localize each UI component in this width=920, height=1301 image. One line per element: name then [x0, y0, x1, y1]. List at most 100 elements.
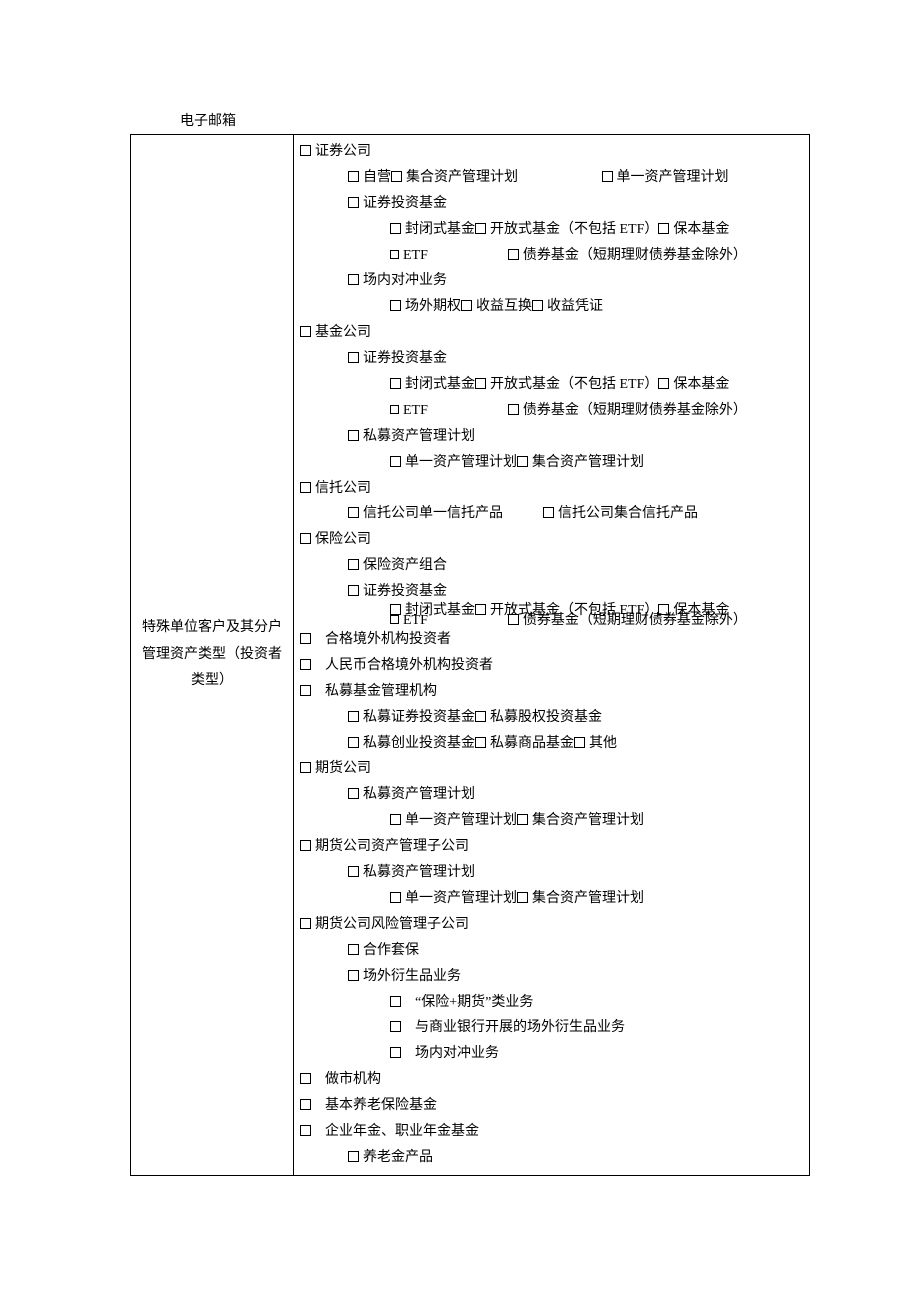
checkbox-icon — [517, 892, 528, 903]
checkbox-icon — [300, 1125, 311, 1136]
checkbox-icon — [348, 171, 359, 182]
opt-rqfii[interactable]: 人民币合格境外机构投资者 — [300, 653, 803, 679]
opt-pe-venture-comm[interactable]: 私募创业投资基金私募商品基金其他 — [348, 731, 803, 757]
opt-onsite-hedge[interactable]: 场内对冲业务 — [348, 268, 803, 294]
checkbox-icon — [508, 249, 519, 260]
opt-qfii[interactable]: 合格境外机构投资者 — [300, 627, 803, 653]
checkbox-icon — [348, 585, 359, 596]
opt-ins-futures[interactable]: “保险+期货”类业务 — [390, 990, 803, 1016]
checkbox-icon — [300, 840, 311, 851]
opt-futures-risk-sub[interactable]: 期货公司风险管理子公司 — [300, 912, 803, 938]
checkbox-icon — [300, 145, 311, 156]
opt-enterprise-annuity[interactable]: 企业年金、职业年金基金 — [300, 1119, 803, 1145]
opt-single-pooled-3[interactable]: 单一资产管理计划集合资产管理计划 — [390, 886, 803, 912]
opt-sec-inv-fund[interactable]: 证券投资基金 — [348, 191, 803, 217]
row-label-line1: 特殊单位客户及其分户 — [137, 615, 287, 642]
opt-market-maker[interactable]: 做市机构 — [300, 1067, 803, 1093]
checkbox-icon — [658, 378, 669, 389]
row-label-line3: 类型） — [137, 668, 287, 695]
checkbox-icon — [348, 944, 359, 955]
opt-priv-plan-2[interactable]: 私募资产管理计划 — [348, 782, 803, 808]
opt-otc-deriv[interactable]: 场外衍生品业务 — [348, 964, 803, 990]
checkbox-icon — [300, 533, 311, 544]
checkbox-icon — [508, 614, 519, 625]
opt-bank-otc[interactable]: 与商业银行开展的场外衍生品业务 — [390, 1015, 803, 1041]
opt-coop-hedge[interactable]: 合作套保 — [348, 938, 803, 964]
checkbox-icon — [461, 300, 472, 311]
opt-trust-products[interactable]: 信托公司单一信托产品信托公司集合信托产品 — [348, 501, 803, 527]
opt-futures-co[interactable]: 期货公司 — [300, 756, 803, 782]
checkbox-icon — [517, 456, 528, 467]
opt-pension-prod[interactable]: 养老金产品 — [348, 1145, 803, 1171]
row-label-cell: 特殊单位客户及其分户 管理资产类型（投资者 类型） — [131, 135, 294, 1176]
checkbox-icon — [300, 1099, 311, 1110]
checkbox-icon — [532, 300, 543, 311]
opt-otc-swap-cert[interactable]: 场外期权收益互换收益凭证 — [390, 294, 803, 320]
checkbox-icon — [300, 685, 311, 696]
opt-etf-bond-2[interactable]: ETF债券基金（短期理财债券基金除外） — [390, 398, 803, 424]
opt-trust-co[interactable]: 信托公司 — [300, 476, 803, 502]
opt-onsite-hedge-2[interactable]: 场内对冲业务 — [390, 1041, 803, 1067]
checkbox-icon — [390, 814, 401, 825]
checkbox-icon — [300, 326, 311, 337]
classification-table: 特殊单位客户及其分户 管理资产类型（投资者 类型） 证券公司 自营集合资产管理计… — [130, 134, 810, 1176]
opt-overlap-funds[interactable]: 封闭式基金开放式基金（不包括 ETF）保本基金 ETF债券基金（短期理财债券基金… — [390, 605, 803, 627]
checkbox-icon — [390, 892, 401, 903]
email-label: 电子邮箱 — [130, 110, 810, 130]
checkbox-icon — [348, 559, 359, 570]
checkbox-icon — [300, 659, 311, 670]
checkbox-icon — [348, 711, 359, 722]
checkbox-icon — [475, 711, 486, 722]
checkbox-icon — [348, 352, 359, 363]
opt-priv-plan[interactable]: 私募资产管理计划 — [348, 424, 803, 450]
opt-closed-open-cap[interactable]: 封闭式基金开放式基金（不包括 ETF）保本基金 — [390, 217, 803, 243]
checkbox-icon — [300, 482, 311, 493]
opt-fund-co[interactable]: 基金公司 — [300, 320, 803, 346]
opt-single-pooled-plan[interactable]: 单一资产管理计划集合资产管理计划 — [390, 450, 803, 476]
checkbox-icon — [300, 918, 311, 929]
opt-futures-am-sub[interactable]: 期货公司资产管理子公司 — [300, 834, 803, 860]
opt-closed-open-cap-2[interactable]: 封闭式基金开放式基金（不包括 ETF）保本基金 — [390, 372, 803, 398]
checkbox-icon — [348, 1151, 359, 1162]
checkbox-icon — [475, 378, 486, 389]
checkbox-icon — [391, 171, 402, 182]
checkbox-icon — [348, 866, 359, 877]
checkbox-icon — [658, 223, 669, 234]
checkbox-icon — [390, 996, 401, 1007]
checkbox-icon — [574, 737, 585, 748]
opt-securities-co[interactable]: 证券公司 — [300, 139, 803, 165]
checkbox-icon — [390, 1047, 401, 1058]
checkbox-icon — [390, 1021, 401, 1032]
checkbox-icon — [475, 737, 486, 748]
checkbox-icon — [543, 507, 554, 518]
checkbox-icon — [475, 223, 486, 234]
opt-sec-inv-fund-2[interactable]: 证券投资基金 — [348, 346, 803, 372]
checkbox-icon — [348, 737, 359, 748]
options-cell: 证券公司 自营集合资产管理计划 单一资产管理计划 证券投资基金 封闭式基金开放式… — [294, 135, 810, 1176]
checkbox-icon — [348, 197, 359, 208]
checkbox-icon — [300, 762, 311, 773]
opt-basic-pension[interactable]: 基本养老保险基金 — [300, 1093, 803, 1119]
checkbox-icon — [300, 1073, 311, 1084]
checkbox-icon — [390, 300, 401, 311]
checkbox-icon — [348, 970, 359, 981]
checkbox-icon — [390, 223, 401, 234]
opt-etf-bond[interactable]: ETF债券基金（短期理财债券基金除外） — [390, 243, 803, 269]
opt-pe-mgr[interactable]: 私募基金管理机构 — [300, 679, 803, 705]
checkbox-icon — [517, 814, 528, 825]
checkbox-icon — [348, 430, 359, 441]
opt-self-pooled-single[interactable]: 自营集合资产管理计划 单一资产管理计划 — [348, 165, 803, 191]
checkbox-icon — [390, 405, 399, 414]
checkbox-icon — [390, 615, 399, 624]
opt-pe-sec-equity[interactable]: 私募证券投资基金私募股权投资基金 — [348, 705, 803, 731]
opt-priv-plan-3[interactable]: 私募资产管理计划 — [348, 860, 803, 886]
checkbox-icon — [508, 404, 519, 415]
checkbox-icon — [602, 171, 613, 182]
opt-insurance-co[interactable]: 保险公司 — [300, 527, 803, 553]
checkbox-icon — [348, 274, 359, 285]
opt-single-pooled-2[interactable]: 单一资产管理计划集合资产管理计划 — [390, 808, 803, 834]
checkbox-icon — [390, 456, 401, 467]
opt-ins-portfolio[interactable]: 保险资产组合 — [348, 553, 803, 579]
row-label-line2: 管理资产类型（投资者 — [137, 642, 287, 669]
checkbox-icon — [390, 250, 399, 259]
